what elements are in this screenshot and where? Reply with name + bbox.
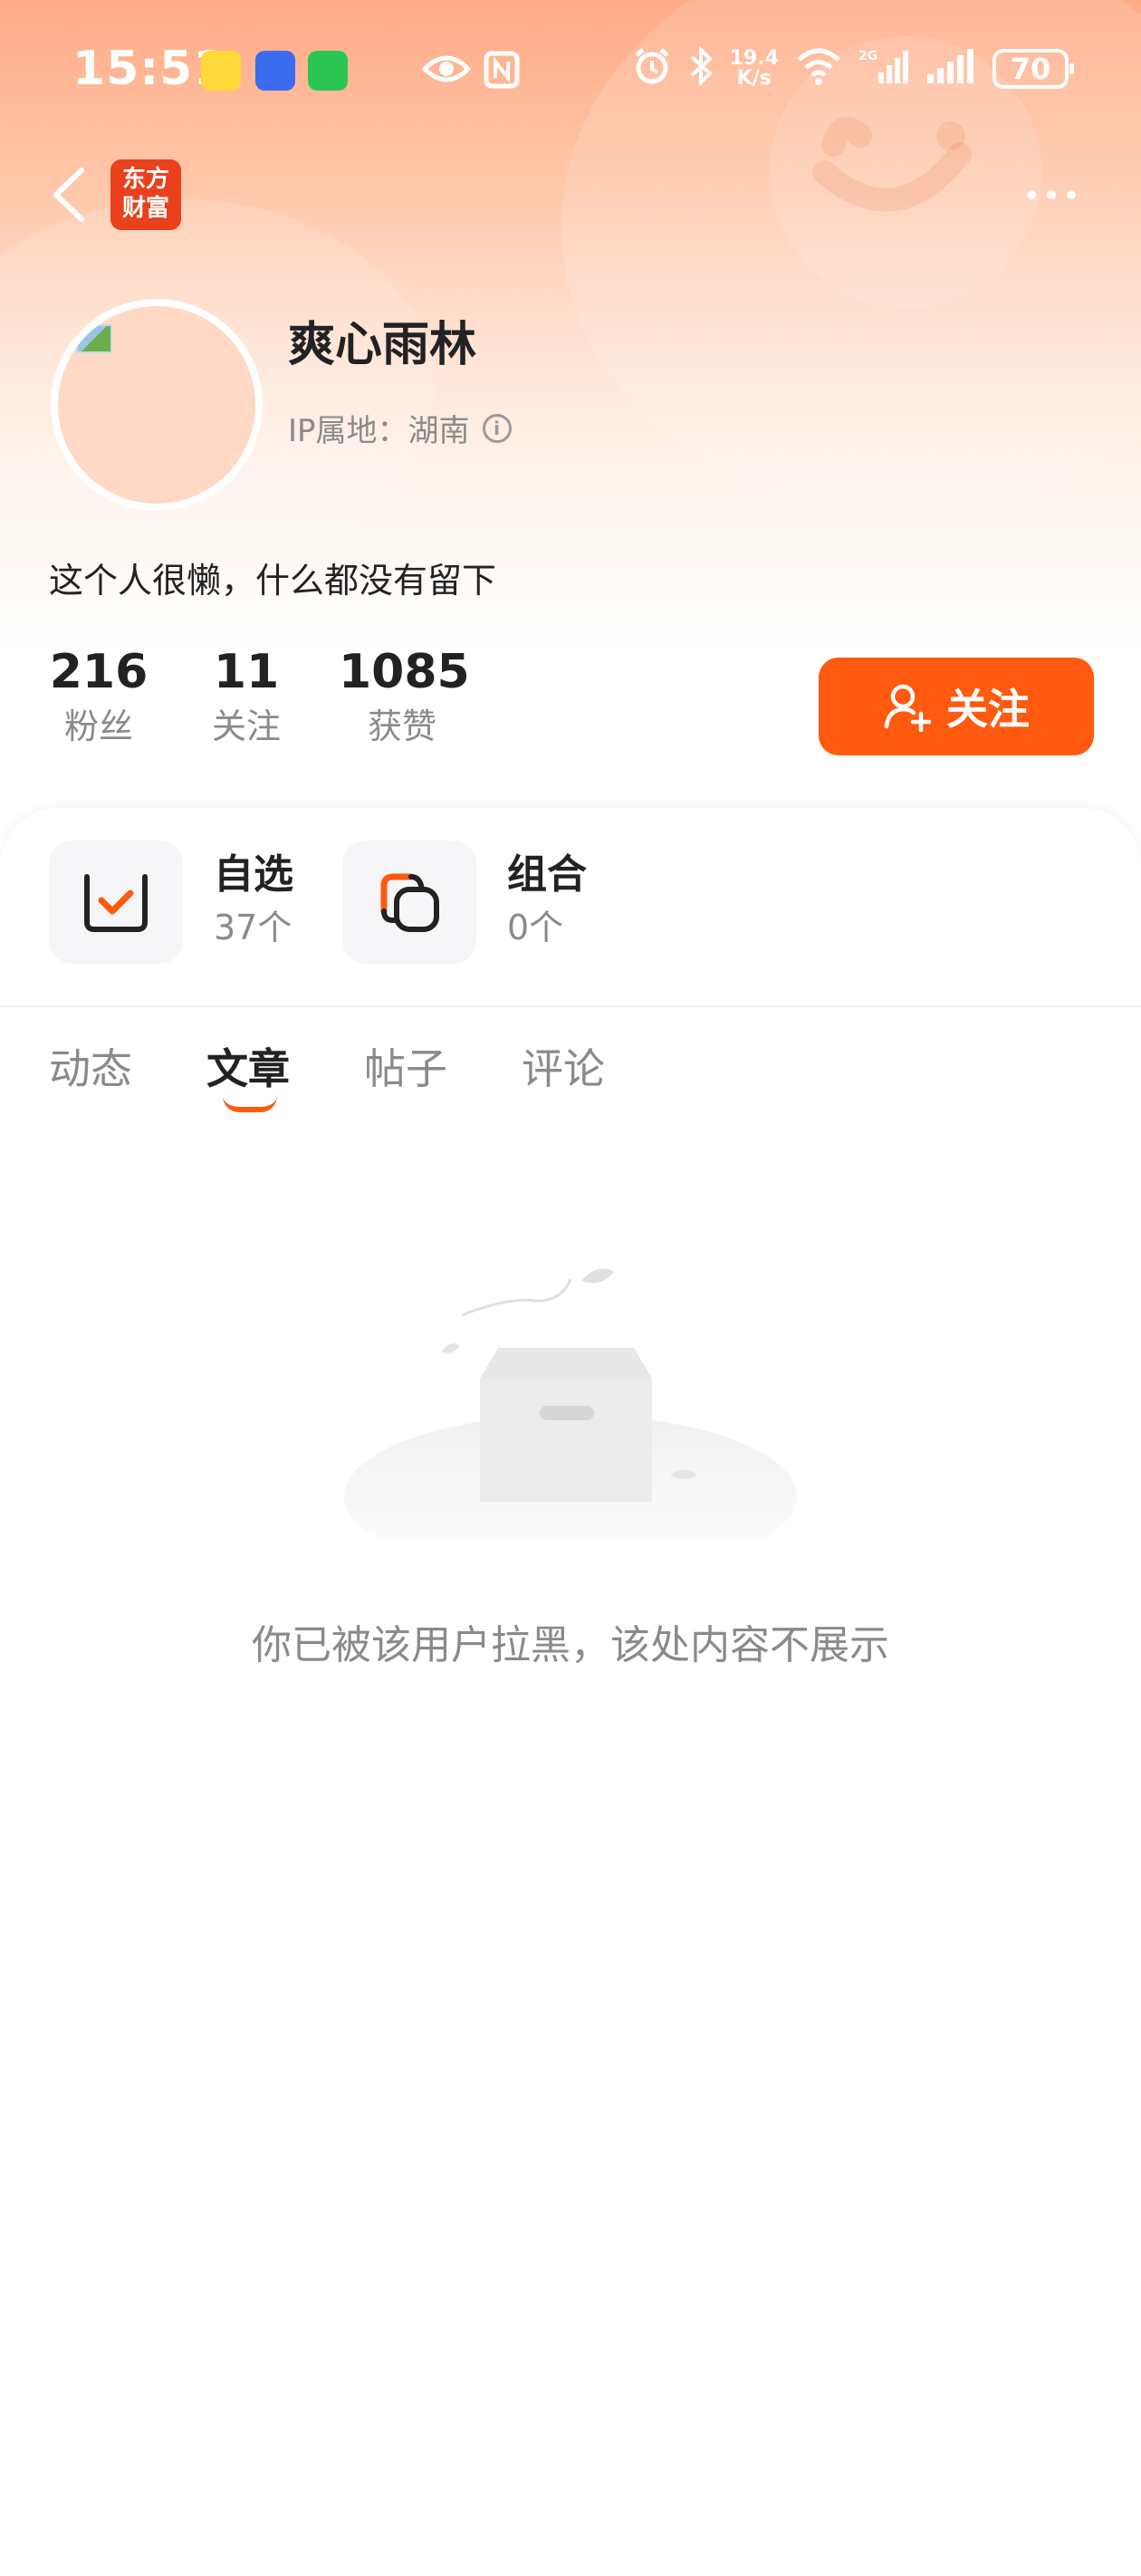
content-card: 自选 37个 组合 0个 动态 文章 帖子 评论 你已被该用户拉黑，该处内容不展…	[0, 808, 1141, 2576]
tab-label: 动态	[49, 1044, 132, 1093]
wechat-icon	[308, 51, 348, 91]
tab-dynamics[interactable]: 动态	[49, 1036, 132, 1127]
chevron-left-icon	[53, 168, 84, 222]
tab-articles[interactable]: 文章	[206, 1036, 290, 1127]
stat-value: 216	[49, 645, 149, 699]
stat-likes[interactable]: 1085 获赞	[339, 643, 470, 752]
tab-label: 帖子	[364, 1044, 447, 1093]
add-user-icon	[884, 684, 932, 732]
shortcut-title: 自选	[214, 851, 293, 898]
alarm-icon	[632, 46, 672, 92]
active-tab-indicator	[223, 1096, 277, 1112]
stat-label: 粉丝	[63, 706, 133, 746]
bio-text: 这个人很懒，什么都没有留下	[49, 561, 497, 601]
watchlist-check-icon	[84, 874, 148, 932]
broken-image-icon	[76, 324, 112, 353]
follow-button[interactable]: 关注	[819, 658, 1094, 755]
shortcut-portfolio[interactable]: 组合 0个	[342, 841, 587, 964]
empty-box-illustration	[344, 1252, 797, 1578]
ip-location: IP属地：湖南 i	[288, 406, 512, 450]
avatar[interactable]	[51, 299, 263, 511]
network-speed: 19.4 K/s	[730, 49, 779, 89]
tab-posts[interactable]: 帖子	[364, 1036, 447, 1127]
portfolio-tile	[342, 841, 476, 964]
logo-text-line2: 财富	[121, 195, 169, 222]
battery-indicator: 70	[992, 49, 1074, 89]
profile-stats: 216 粉丝 11 关注 1085 获赞	[49, 643, 470, 752]
ip-location-text: IP属地：湖南	[288, 413, 470, 449]
wifi-icon	[795, 47, 842, 91]
info-icon[interactable]: i	[482, 413, 512, 443]
net-speed-unit: K/s	[736, 67, 772, 90]
more-options-button[interactable]	[1027, 181, 1090, 208]
more-dot-icon	[1047, 190, 1056, 199]
stat-value: 1085	[339, 645, 470, 699]
shortcut-count: 0个	[507, 908, 564, 947]
watchlist-tile	[49, 841, 183, 964]
stat-fans[interactable]: 216 粉丝	[49, 643, 149, 752]
eye-icon	[421, 51, 472, 91]
shortcut-title: 组合	[507, 851, 587, 898]
tab-comments[interactable]: 评论	[522, 1036, 605, 1127]
cellular-signal-icon-2	[925, 47, 976, 91]
app-logo[interactable]: 东方 财富	[110, 159, 181, 230]
status-bar: 15:51 19.4 K/s 2G 70	[0, 0, 1141, 145]
stat-label: 关注	[211, 706, 281, 746]
logo-text-line1: 东方	[121, 166, 169, 193]
more-dot-icon	[1027, 190, 1036, 199]
follow-button-label: 关注	[946, 685, 1030, 734]
portfolio-icon	[380, 873, 439, 932]
tab-label: 评论	[522, 1044, 605, 1093]
app-notification-icon-yellow	[201, 51, 241, 91]
stat-value: 11	[213, 645, 280, 699]
content-tabs: 动态 文章 帖子 评论	[49, 1036, 605, 1127]
divider	[0, 1005, 1141, 1007]
more-dot-icon	[1067, 190, 1076, 199]
shortcut-count: 37个	[214, 908, 292, 947]
stat-following[interactable]: 11 关注	[201, 643, 292, 752]
app-notification-icon-voice	[255, 51, 295, 91]
status-right-group: 19.4 K/s 2G 70	[632, 42, 1074, 96]
cellular-signal-icon-1: 2G	[858, 47, 909, 91]
net-speed-value: 19.4	[729, 47, 779, 70]
network-type-label: 2G	[858, 49, 877, 63]
nfc-icon	[484, 51, 520, 92]
username: 爽心雨林	[288, 318, 477, 372]
stat-label: 获赞	[367, 706, 436, 746]
back-button[interactable]	[45, 163, 100, 226]
blocked-message: 你已被该用户拉黑，该处内容不展示	[252, 1622, 889, 1668]
shortcut-watchlist[interactable]: 自选 37个	[49, 841, 293, 964]
bluetooth-icon	[688, 44, 714, 92]
tab-label: 文章	[206, 1044, 290, 1093]
